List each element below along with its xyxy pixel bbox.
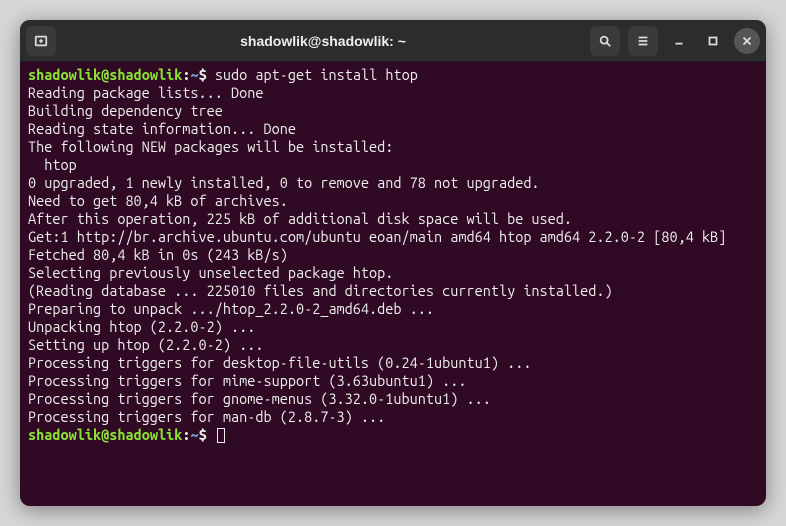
output-line: (Reading database ... 225010 files and d… — [28, 282, 758, 300]
output-line: Need to get 80,4 kB of archives. — [28, 192, 758, 210]
maximize-button[interactable] — [700, 28, 726, 54]
output-line: Fetched 80,4 kB in 0s (243 kB/s) — [28, 246, 758, 264]
output-line: Selecting previously unselected package … — [28, 264, 758, 282]
search-button[interactable] — [590, 26, 620, 56]
output-line: Unpacking htop (2.2.0-2) ... — [28, 318, 758, 336]
output-line: htop — [28, 156, 758, 174]
menu-button[interactable] — [628, 26, 658, 56]
output-line: After this operation, 225 kB of addition… — [28, 210, 758, 228]
output-line: Setting up htop (2.2.0-2) ... — [28, 336, 758, 354]
output-line: Processing triggers for mime-support (3.… — [28, 372, 758, 390]
terminal-window: shadowlik@shadowlik: ~ shadowlik@shadowl… — [20, 20, 766, 506]
output-line: Processing triggers for gnome-menus (3.3… — [28, 390, 758, 408]
close-icon — [740, 34, 754, 48]
output-line: Processing triggers for man-db (2.8.7-3)… — [28, 408, 758, 426]
prompt-user: shadowlik — [28, 66, 101, 83]
command-text: sudo apt-get install htop — [215, 66, 418, 83]
search-icon — [598, 34, 612, 48]
prompt-path: ~ — [190, 66, 198, 83]
output-line: Building dependency tree — [28, 102, 758, 120]
prompt-user: shadowlik — [28, 426, 101, 443]
prompt-host: shadowlik — [109, 66, 182, 83]
output-line: Processing triggers for desktop-file-uti… — [28, 354, 758, 372]
output-line: Get:1 http://br.archive.ubuntu.com/ubunt… — [28, 228, 758, 246]
prompt-line-1: shadowlik@shadowlik:~$ sudo apt-get inst… — [28, 66, 758, 84]
prompt-at: @ — [101, 426, 109, 443]
maximize-icon — [706, 34, 720, 48]
prompt-host: shadowlik — [109, 426, 182, 443]
cursor — [217, 428, 225, 443]
prompt-dollar: $ — [199, 426, 207, 443]
output-line: Reading state information... Done — [28, 120, 758, 138]
prompt-line-2: shadowlik@shadowlik:~$ — [28, 426, 758, 444]
minimize-icon — [672, 34, 686, 48]
terminal-body[interactable]: shadowlik@shadowlik:~$ sudo apt-get inst… — [20, 62, 766, 506]
prompt-at: @ — [101, 66, 109, 83]
window-title: shadowlik@shadowlik: ~ — [62, 33, 584, 49]
output-line: The following NEW packages will be insta… — [28, 138, 758, 156]
new-tab-button[interactable] — [26, 26, 56, 56]
close-button[interactable] — [734, 28, 760, 54]
prompt-path: ~ — [190, 426, 198, 443]
output-line: Preparing to unpack .../htop_2.2.0-2_amd… — [28, 300, 758, 318]
output-line: Reading package lists... Done — [28, 84, 758, 102]
titlebar: shadowlik@shadowlik: ~ — [20, 20, 766, 62]
output-line: 0 upgraded, 1 newly installed, 0 to remo… — [28, 174, 758, 192]
minimize-button[interactable] — [666, 28, 692, 54]
hamburger-icon — [636, 34, 650, 48]
prompt-dollar: $ — [199, 66, 207, 83]
new-tab-icon — [34, 34, 48, 48]
